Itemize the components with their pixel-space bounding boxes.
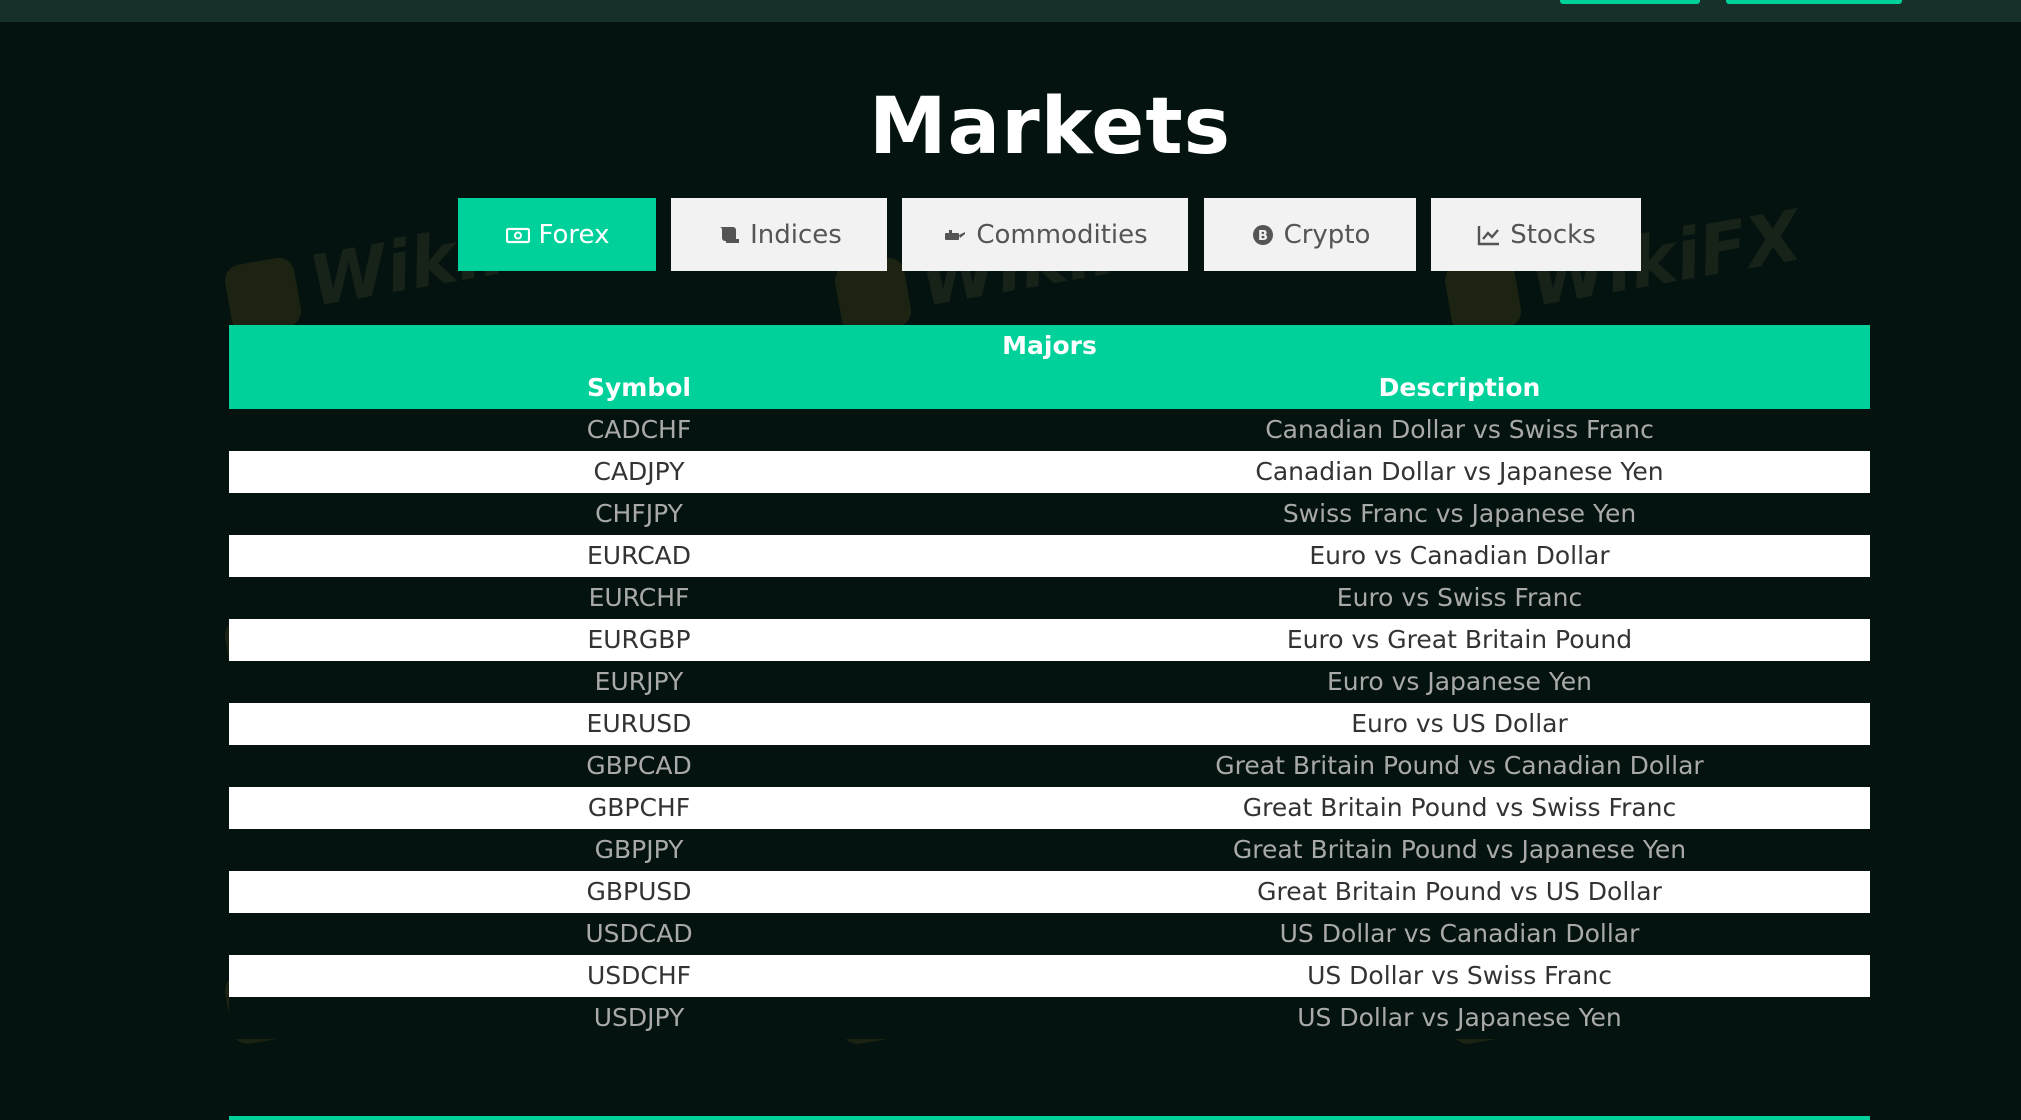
table-row: EURUSD Euro vs US Dollar <box>229 703 1870 745</box>
svg-text:B: B <box>1258 229 1268 244</box>
tab-indices[interactable]: Indices <box>671 198 887 271</box>
table-caption: Majors <box>1002 331 1097 360</box>
symbol-cell: GBPJPY <box>594 835 684 864</box>
description-cell: US Dollar vs Swiss Franc <box>1307 961 1612 990</box>
symbol-cell: GBPUSD <box>586 877 692 906</box>
symbol-cell: EURUSD <box>586 709 692 738</box>
tab-label: Stocks <box>1510 219 1596 250</box>
description-cell: Swiss Franc vs Japanese Yen <box>1282 499 1637 528</box>
table-row: USDCAD US Dollar vs Canadian Dollar <box>229 913 1870 955</box>
table-header: Majors Symbol Description <box>229 325 1870 409</box>
symbol-cell: USDCHF <box>586 961 692 990</box>
table-row: CHFJPY Swiss Franc vs Japanese Yen <box>229 493 1870 535</box>
tab-label: Forex <box>538 219 610 250</box>
tab-commodities[interactable]: Commodities <box>902 198 1188 271</box>
table-row: EURJPY Euro vs Japanese Yen <box>229 661 1870 703</box>
symbol-cell: EURJPY <box>594 667 684 696</box>
description-cell: Euro vs Canadian Dollar <box>1309 541 1610 570</box>
chart-line-icon <box>1476 223 1502 247</box>
market-tabs: Forex Indices Commodities B Crypto Stock… <box>0 198 2021 272</box>
tab-label: Commodities <box>976 219 1148 250</box>
symbol-cell: CADCHF <box>586 415 692 444</box>
column-header-description: Description <box>1378 373 1541 402</box>
description-cell: US Dollar vs Canadian Dollar <box>1279 919 1640 948</box>
table-row: GBPJPY Great Britain Pound vs Japanese Ye… <box>229 829 1870 871</box>
symbol-cell: USDCAD <box>585 919 693 948</box>
scroll-icon <box>716 223 742 247</box>
description-cell: US Dollar vs Japanese Yen <box>1297 1003 1622 1032</box>
symbol-cell: CADJPY <box>593 457 685 486</box>
table-row: EURCAD Euro vs Canadian Dollar <box>229 535 1870 577</box>
description-cell: Canadian Dollar vs Japanese Yen <box>1255 457 1664 486</box>
top-nav-bar <box>0 0 2021 22</box>
table-row: USDCHF US Dollar vs Swiss Franc <box>229 955 1870 997</box>
nav-button-edge[interactable] <box>1726 0 1902 4</box>
tab-forex[interactable]: Forex <box>458 198 656 271</box>
description-cell: Great Britain Pound vs US Dollar <box>1257 877 1662 906</box>
table-row: CADJPY Canadian Dollar vs Japanese Yen <box>229 451 1870 493</box>
description-cell: Great Britain Pound vs Canadian Dollar <box>1215 751 1704 780</box>
column-header-symbol: Symbol <box>587 373 691 402</box>
symbol-cell: EURCAD <box>586 541 692 570</box>
bitcoin-icon: B <box>1250 223 1276 247</box>
symbol-cell: EURCHF <box>588 583 690 612</box>
description-cell: Great Britain Pound vs Japanese Yen <box>1232 835 1687 864</box>
table-row: USDJPY US Dollar vs Japanese Yen <box>229 997 1870 1039</box>
nav-button-edge[interactable] <box>1560 0 1700 4</box>
majors-table: Majors Symbol Description CADCHF Canadian… <box>229 325 1870 1039</box>
symbol-cell: EURGBP <box>587 625 691 654</box>
description-cell: Euro vs Japanese Yen <box>1326 667 1592 696</box>
description-cell: Canadian Dollar vs Swiss Franc <box>1265 415 1654 444</box>
symbol-cell: GBPCAD <box>586 751 692 780</box>
tab-label: Crypto <box>1283 219 1371 250</box>
table-body: CADCHF Canadian Dollar vs Swiss Franc CADJ… <box>229 409 1870 1039</box>
symbol-cell: CHFJPY <box>595 499 683 528</box>
description-cell: Euro vs Swiss Franc <box>1336 583 1583 612</box>
description-cell: Euro vs Great Britain Pound <box>1286 625 1633 654</box>
oil-can-icon <box>942 223 968 247</box>
description-cell: Euro vs US Dollar <box>1351 709 1568 738</box>
tab-crypto[interactable]: B Crypto <box>1204 198 1416 271</box>
table-row: GBPCAD Great Britain Pound vs Canadian Do… <box>229 745 1870 787</box>
page-title: Markets <box>868 82 1232 172</box>
section-divider <box>229 1116 1870 1120</box>
description-cell: Great Britain Pound vs Swiss Franc <box>1242 793 1677 822</box>
table-row: EURGBP Euro vs Great Britain Pound <box>229 619 1870 661</box>
tab-label: Indices <box>750 219 842 250</box>
table-row: GBPCHF Great Britain Pound vs Swiss Franc <box>229 787 1870 829</box>
table-row: EURCHF Euro vs Swiss Franc <box>229 577 1870 619</box>
symbol-cell: USDJPY <box>593 1003 685 1032</box>
table-row: GBPUSD Great Britain Pound vs US Dollar <box>229 871 1870 913</box>
table-row: CADCHF Canadian Dollar vs Swiss Franc <box>229 409 1870 451</box>
money-bill-icon <box>505 223 531 247</box>
symbol-cell: GBPCHF <box>587 793 691 822</box>
tab-stocks[interactable]: Stocks <box>1431 198 1641 271</box>
